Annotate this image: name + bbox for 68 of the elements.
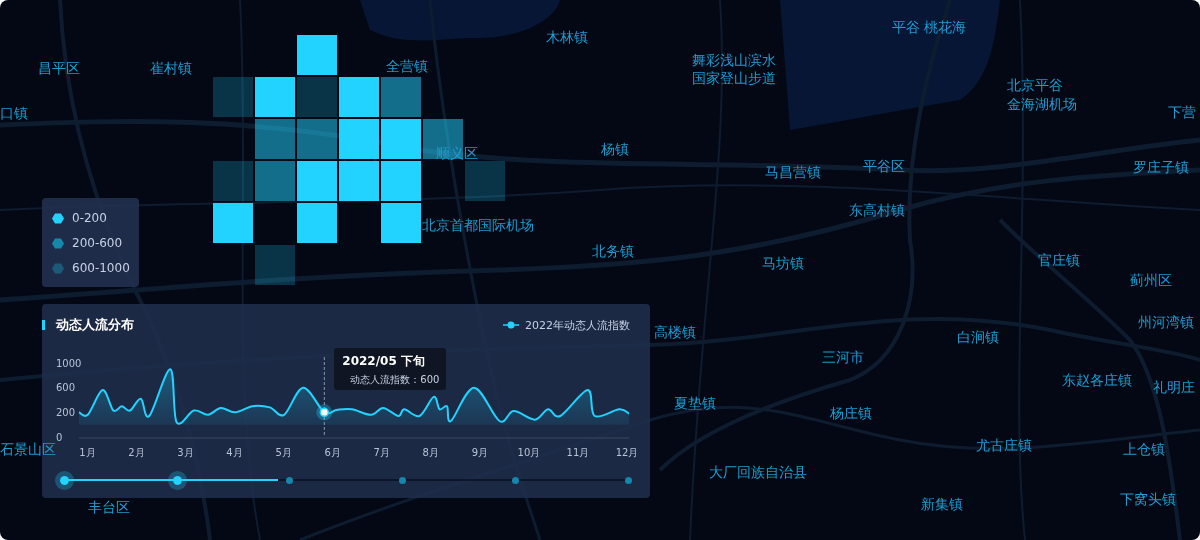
place-label: 石景山区 [0,441,56,458]
place-label: 全营镇 [386,57,428,75]
legend-label: 200-600 [72,236,123,250]
place-label: 木林镇 [546,28,588,46]
highlighted-point [316,404,333,421]
place-label: 昌平区 [38,59,80,77]
place-label: 罗庄子镇 [1133,158,1189,176]
place-label: 杨庄镇 [830,404,872,422]
axis-tick-label: 1000 [56,357,82,369]
axis-tick-label: 200 [56,406,76,418]
timeline-handle[interactable] [55,471,74,490]
place-label: 三河市 [822,348,864,366]
axis-tick-label: 1月 [79,447,96,458]
place-label: 马昌营镇 [765,163,821,181]
place-label: 尤古庄镇 [976,436,1032,454]
series-legend-label: 2022年动态人流指数 [525,317,630,333]
axis-tick-label: 11月 [566,447,590,458]
place-label: 口镇 [0,104,28,122]
axis-tick-label: 0 [56,431,63,443]
place-label: 平谷 桃花海 [892,18,967,36]
title-marker [42,320,45,330]
axis-tick-label: 6月 [324,447,341,458]
place-label: 北京首都国际机场 [422,216,534,234]
timeline-node[interactable] [624,476,632,484]
place-label: 崔村镇 [150,59,192,77]
place-label: 北京平谷 [1007,76,1063,94]
axis-tick-label: 12月 [615,447,639,458]
place-label: 东赵各庄镇 [1062,371,1132,389]
place-label: 蓟州区 [1130,271,1172,289]
axis-tick-label: 10月 [517,447,541,458]
place-label: 顺义区 [436,144,478,162]
place-label: 高楼镇 [654,323,696,341]
axis-tick-label: 600 [56,382,76,394]
legend-label: 600-1000 [72,261,130,275]
place-label: 丰台区 [88,498,130,516]
timeline-handle[interactable] [167,471,187,490]
place-label: 杨镇 [601,140,629,158]
axis-tick-label: 7月 [373,447,390,458]
axis-tick-label: 8月 [422,447,439,458]
place-label: 大厂回族自治县 [709,463,807,481]
timeline-node[interactable] [511,476,519,484]
place-label: 礼明庄 [1153,378,1195,396]
place-label: 国家登山步道 [692,69,776,87]
legend-label: 0-200 [72,211,107,225]
place-label: 新集镇 [921,495,963,513]
place-label: 下窝头镇 [1120,490,1176,508]
timeline-node[interactable] [286,476,294,484]
place-label: 上仓镇 [1123,440,1165,458]
place-label: 舞彩浅山滨水 [692,51,776,69]
axis-tick-label: 4月 [226,447,243,458]
axis-tick-label: 9月 [471,447,489,458]
place-label: 北务镇 [592,242,634,260]
place-label: 官庄镇 [1038,251,1080,269]
place-label: 金海湖机场 [1007,95,1077,113]
place-label: 夏垫镇 [674,394,716,412]
tooltip-text: 动态人流指数：600 [350,373,441,387]
tooltip-title: 2022/05 下旬 [342,353,426,370]
place-label: 州河湾镇 [1138,313,1194,331]
panel-title: 动态人流分布 [56,316,134,334]
place-label: 马坊镇 [762,254,804,272]
axis-tick-label: 2月 [128,447,145,458]
place-label: 下营 [1168,103,1196,121]
place-label: 白涧镇 [957,328,999,346]
axis-tick-label: 3月 [177,447,194,458]
axis-tick-label: 5月 [275,447,292,458]
timeline-node[interactable] [398,476,406,484]
place-label: 平谷区 [863,157,905,175]
place-label: 东高村镇 [849,201,905,219]
